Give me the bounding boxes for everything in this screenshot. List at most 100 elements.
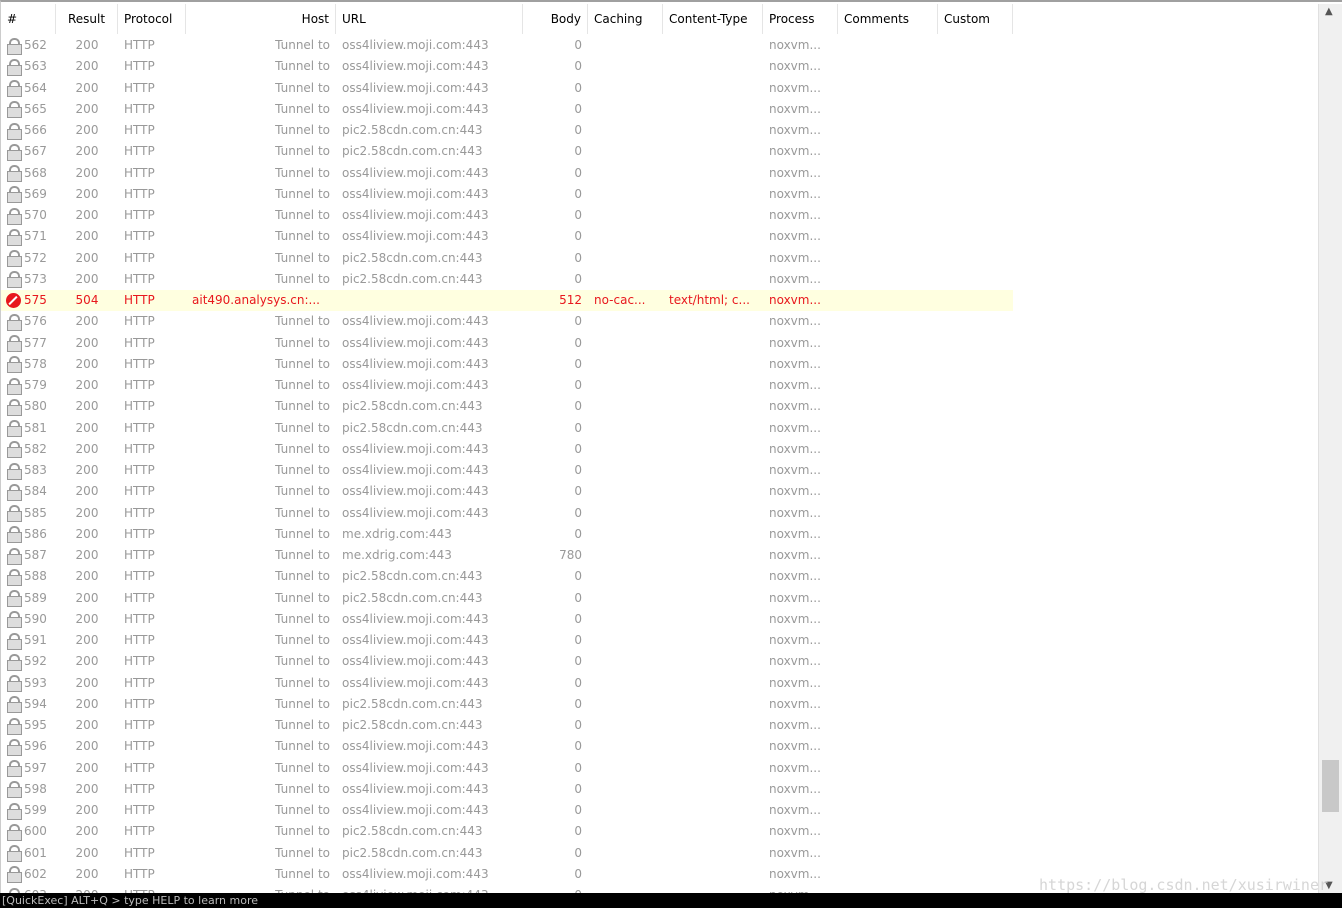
session-row[interactable]: 592 200 HTTP Tunnel to oss4liview.moji.com:4… [1, 651, 1319, 672]
cell-caching [588, 396, 663, 417]
session-row[interactable]: 601 200 HTTP Tunnel to pic2.58cdn.com.cn:443… [1, 843, 1319, 864]
session-row[interactable]: 564 200 HTTP Tunnel to oss4liview.moji.com:4… [1, 78, 1319, 99]
cell-content-type [663, 673, 763, 694]
cell-result: 200 [75, 271, 99, 286]
cell-number: 594 [1, 694, 56, 715]
session-row[interactable]: 588 200 HTTP Tunnel to pic2.58cdn.com.cn:443… [1, 566, 1319, 587]
cell-caching [588, 885, 663, 893]
session-row[interactable]: 587 200 HTTP Tunnel to me.xdrig.com:443 780 no… [1, 545, 1319, 566]
session-row[interactable]: 593 200 HTTP Tunnel to oss4liview.moji.com:4… [1, 673, 1319, 694]
cell-protocol: HTTP [124, 760, 155, 775]
cell-number: 583 [1, 460, 56, 481]
session-row[interactable]: 572 200 HTTP Tunnel to pic2.58cdn.com.cn:443… [1, 248, 1319, 269]
cell-host: Tunnel to [275, 633, 330, 647]
session-row[interactable]: 584 200 HTTP Tunnel to oss4liview.moji.com:4… [1, 481, 1319, 502]
vertical-scrollbar[interactable]: ▲ ▼ [1318, 4, 1342, 893]
session-row[interactable]: 569 200 HTTP Tunnel to oss4liview.moji.com:4… [1, 184, 1319, 205]
cell-url: oss4liview.moji.com:443 [342, 441, 489, 456]
column-header-body[interactable]: Body [523, 4, 588, 34]
scrollbar-thumb[interactable] [1322, 760, 1339, 812]
column-header-caching[interactable]: Caching [588, 4, 663, 34]
cell-host: Tunnel to [275, 420, 330, 435]
session-row[interactable]: 579 200 HTTP Tunnel to oss4liview.moji.com:4… [1, 375, 1319, 396]
cell-number: 562 [1, 35, 56, 56]
cell-process: noxvm... [769, 526, 821, 541]
lock-icon [6, 271, 22, 289]
session-row[interactable]: 563 200 HTTP Tunnel to oss4liview.moji.com:4… [1, 56, 1319, 77]
session-row[interactable]: 594 200 HTTP Tunnel to pic2.58cdn.com.cn:443… [1, 694, 1319, 715]
session-row[interactable]: 577 200 HTTP Tunnel to oss4liview.moji.com:4… [1, 333, 1319, 354]
column-header-url[interactable]: URL [336, 4, 523, 34]
cell-content-type [663, 35, 763, 56]
cell-protocol: HTTP [124, 378, 155, 392]
cell-result: 200 [56, 885, 118, 893]
session-row[interactable]: 573 200 HTTP Tunnel to pic2.58cdn.com.cn:443… [1, 269, 1319, 290]
session-id: 595 [24, 718, 47, 733]
cell-caching [588, 800, 663, 821]
session-id: 580 [24, 399, 47, 414]
cell-number: 588 [1, 566, 56, 587]
lock-icon [6, 37, 22, 55]
cell-result: 200 [75, 824, 99, 839]
session-row[interactable]: 567 200 HTTP Tunnel to pic2.58cdn.com.cn:443… [1, 141, 1319, 162]
cell-url: oss4liview.moji.com:443 [342, 654, 489, 669]
column-header-number[interactable]: # [1, 4, 56, 34]
cell-process: noxvm... [769, 633, 821, 647]
cell-result: 200 [75, 441, 99, 456]
session-row[interactable]: 586 200 HTTP Tunnel to me.xdrig.com:443 0 noxv… [1, 524, 1319, 545]
session-row[interactable]: 581 200 HTTP Tunnel to pic2.58cdn.com.cn:443… [1, 418, 1319, 439]
column-header-content-type[interactable]: Content-Type [663, 4, 763, 34]
session-row[interactable]: 599 200 HTTP Tunnel to oss4liview.moji.com:4… [1, 800, 1319, 821]
cell-body: 0 [574, 569, 582, 584]
lock-icon [6, 738, 22, 756]
cell-number: 582 [1, 439, 56, 460]
column-header-host[interactable]: Host [186, 4, 336, 34]
column-header-process[interactable]: Process [763, 4, 838, 34]
session-row[interactable]: 580 200 HTTP Tunnel to pic2.58cdn.com.cn:443… [1, 396, 1319, 417]
cell-process: noxvm... [769, 696, 821, 711]
quickexec-bar[interactable]: [QuickExec] ALT+Q > type HELP to learn m… [0, 893, 1342, 908]
session-row[interactable]: 565 200 HTTP Tunnel to oss4liview.moji.com:4… [1, 99, 1319, 120]
cell-process: noxvm... [769, 229, 821, 244]
session-row[interactable]: 583 200 HTTP Tunnel to oss4liview.moji.com:4… [1, 460, 1319, 481]
session-row[interactable]: 596 200 HTTP Tunnel to oss4liview.moji.com:4… [1, 736, 1319, 757]
session-row[interactable]: 570 200 HTTP Tunnel to oss4liview.moji.com:4… [1, 205, 1319, 226]
cell-protocol: HTTP [124, 484, 155, 499]
session-row[interactable]: 589 200 HTTP Tunnel to pic2.58cdn.com.cn:443… [1, 588, 1319, 609]
session-row[interactable]: 576 200 HTTP Tunnel to oss4liview.moji.com:4… [1, 311, 1319, 332]
session-row[interactable]: 600 200 HTTP Tunnel to pic2.58cdn.com.cn:443… [1, 821, 1319, 842]
cell-process: noxvm... [769, 845, 821, 860]
cell-caching [588, 758, 663, 779]
session-id: 570 [24, 208, 47, 223]
column-header-custom[interactable]: Custom [938, 4, 1013, 34]
cell-result: 200 [75, 38, 99, 52]
session-row[interactable]: 562 200 HTTP Tunnel to oss4liview.moji.com:4… [1, 35, 1319, 56]
session-row[interactable]: 591 200 HTTP Tunnel to oss4liview.moji.com:4… [1, 630, 1319, 651]
lock-icon [6, 58, 22, 76]
sessions-list[interactable]: # Result Protocol Host URL Body Caching Content… [0, 0, 1342, 893]
cell-number: 568 [1, 163, 56, 184]
session-row[interactable]: 598 200 HTTP Tunnel to oss4liview.moji.com:4… [1, 779, 1319, 800]
session-row[interactable]: 571 200 HTTP Tunnel to oss4liview.moji.com:4… [1, 226, 1319, 247]
session-row[interactable]: 566 200 HTTP Tunnel to pic2.58cdn.com.cn:443… [1, 120, 1319, 141]
lock-icon [6, 590, 22, 608]
cell-host: Tunnel to [275, 781, 330, 796]
cell-protocol: HTTP [124, 718, 155, 732]
session-row[interactable]: 597 200 HTTP Tunnel to oss4liview.moji.com:4… [1, 758, 1319, 779]
column-header-protocol[interactable]: Protocol [118, 4, 186, 34]
column-header-comments[interactable]: Comments [838, 4, 938, 34]
cell-result: 200 [75, 675, 99, 690]
cell-result: 200 [75, 654, 99, 669]
session-row[interactable]: 568 200 HTTP Tunnel to oss4liview.moji.com:4… [1, 163, 1319, 184]
session-row[interactable]: 575 504 HTTP ait490.analysys.cn:... 512 no-ca… [1, 290, 1013, 312]
column-header-result[interactable]: Result [56, 4, 118, 34]
scroll-up-icon[interactable]: ▲ [1325, 6, 1333, 17]
session-row[interactable]: 595 200 HTTP Tunnel to pic2.58cdn.com.cn:443… [1, 715, 1319, 736]
session-row[interactable]: 590 200 HTTP Tunnel to oss4liview.moji.com:4… [1, 609, 1319, 630]
cell-body: 0 [574, 590, 582, 605]
cell-content-type [663, 821, 763, 842]
session-row[interactable]: 585 200 HTTP Tunnel to oss4liview.moji.com:4… [1, 503, 1319, 524]
cell-process: noxvm... [769, 611, 821, 626]
session-row[interactable]: 578 200 HTTP Tunnel to oss4liview.moji.com:4… [1, 354, 1319, 375]
session-row[interactable]: 582 200 HTTP Tunnel to oss4liview.moji.com:4… [1, 439, 1319, 460]
